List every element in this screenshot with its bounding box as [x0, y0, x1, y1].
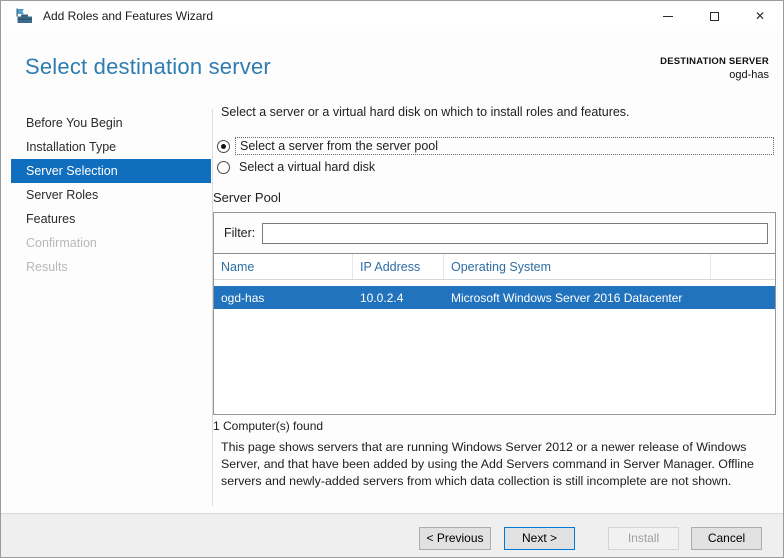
filter-label: Filter: [224, 226, 256, 240]
maximize-button[interactable] [691, 1, 737, 31]
previous-button[interactable]: < Previous [419, 527, 491, 550]
column-header-name[interactable]: Name [214, 254, 353, 279]
column-header-operating-system[interactable]: Operating System [444, 254, 711, 279]
install-button: Install [608, 527, 679, 550]
sidebar-item-server-selection[interactable]: Server Selection [11, 159, 211, 183]
sidebar-item-server-roles[interactable]: Server Roles [11, 183, 211, 207]
radio-select-server-from-pool[interactable]: Select a server from the server pool [217, 137, 774, 155]
next-button[interactable]: Next > [504, 527, 575, 550]
filter-row: Filter: [214, 213, 775, 253]
close-icon: ✕ [754, 9, 766, 23]
sidebar-item-confirmation: Confirmation [26, 236, 97, 250]
page-description: This page shows servers that are running… [221, 440, 754, 488]
maximize-icon [709, 11, 719, 21]
sidebar-item-results: Results [26, 260, 68, 274]
column-header-extra [711, 254, 775, 279]
footer-bar: < Previous Next > Install Cancel [1, 513, 783, 557]
cell-operating-system: Microsoft Windows Server 2016 Datacenter [451, 290, 683, 305]
server-pool-heading: Server Pool [213, 190, 281, 205]
cell-ip-address: 10.0.2.4 [360, 290, 404, 305]
page-title: Select destination server [25, 54, 271, 79]
table-row-ogd-has[interactable]: ogd-has 10.0.2.4 Microsoft Windows Serve… [214, 286, 775, 309]
sidebar-item-before-you-begin[interactable]: Before You Begin [11, 111, 211, 135]
sidebar-item-installation-type[interactable]: Installation Type [11, 135, 211, 159]
titlebar: Add Roles and Features Wizard ✕ [1, 1, 783, 31]
column-header-ip-address[interactable]: IP Address [353, 254, 444, 279]
cancel-button[interactable]: Cancel [691, 527, 762, 550]
radio-select-virtual-hard-disk[interactable]: Select a virtual hard disk [217, 159, 774, 175]
sidebar-item-features[interactable]: Features [11, 207, 211, 231]
radio-button-icon[interactable] [217, 160, 230, 174]
minimize-icon [663, 15, 673, 17]
filter-input[interactable] [262, 222, 768, 244]
server-manager-toolbox-icon [16, 7, 34, 25]
destination-server-block: DESTINATION SERVER ogd-has [660, 56, 769, 81]
window-controls: ✕ [645, 1, 783, 31]
computers-found-text: 1 Computer(s) found [213, 419, 324, 433]
radio-label[interactable]: Select a virtual hard disk [235, 159, 379, 175]
cell-name: ogd-has [221, 290, 265, 305]
destination-server-label: DESTINATION SERVER [660, 56, 769, 67]
destination-server-name: ogd-has [729, 69, 769, 81]
radio-label[interactable]: Select a server from the server pool [235, 137, 774, 155]
close-button[interactable]: ✕ [737, 1, 783, 31]
server-pool-table: Name IP Address Operating System ogd-has… [214, 253, 775, 414]
server-pool-panel: Filter: Name IP Address Operating System… [213, 212, 776, 415]
radio-button-icon[interactable] [217, 139, 230, 153]
table-header-row: Name IP Address Operating System [214, 254, 775, 280]
wizard-steps-nav: Before You Begin Installation Type Serve… [11, 111, 211, 279]
intro-text: Select a server or a virtual hard disk o… [221, 105, 630, 119]
minimize-button[interactable] [645, 1, 691, 31]
window-title: Add Roles and Features Wizard [43, 9, 214, 23]
add-roles-and-features-wizard-window: Add Roles and Features Wizard ✕ Select d… [0, 0, 784, 558]
